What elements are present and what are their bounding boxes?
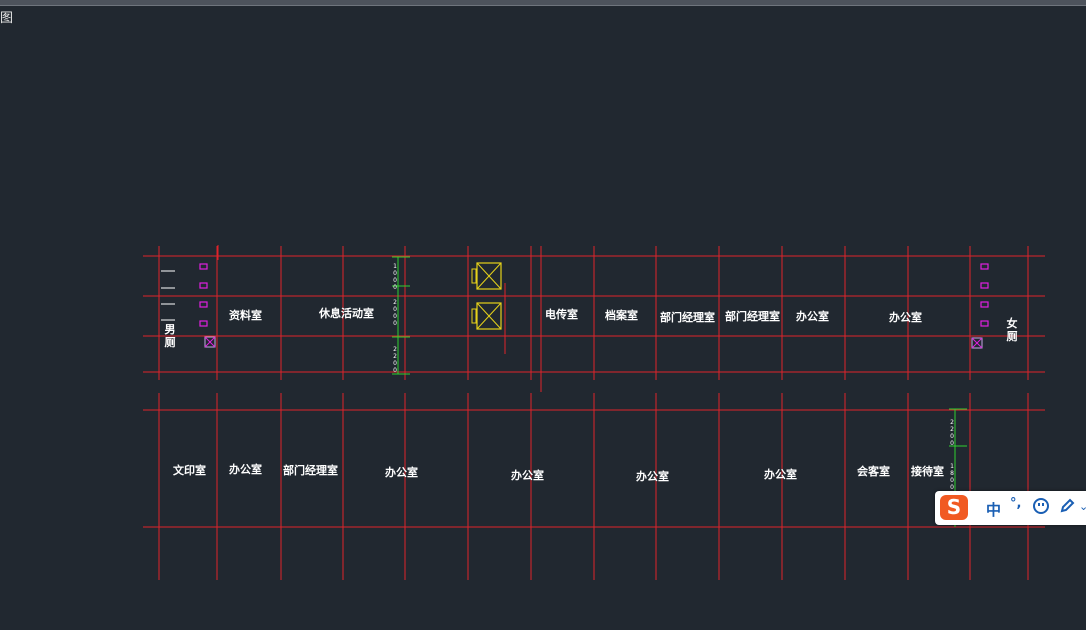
ime-punctuation-toggle[interactable]: °, [1010,496,1021,511]
room-label-office-lower-3[interactable]: 办公室 [511,469,544,483]
toilet-fixture [199,301,208,308]
room-label-lounge[interactable]: 休息活动室 [319,307,374,321]
dimension-text-right-1: 2200 [950,419,954,447]
room-label-office-lower-4[interactable]: 办公室 [636,470,669,484]
room-label-office-lower-2[interactable]: 办公室 [385,466,418,480]
emoji-icon[interactable] [1033,498,1049,514]
room-label-manager-2[interactable]: 部门经理室 [725,310,780,324]
dimension-lines [392,256,967,527]
elevator-counterweight [471,268,477,284]
room-label-telex[interactable]: 电传室 [545,308,578,322]
ime-toolbar[interactable]: S 中 °, ⌄ [935,491,1086,525]
room-label-archive-material[interactable]: 资料室 [229,309,262,323]
room-label-records[interactable]: 档案室 [605,309,638,323]
room-label-office-upper-1[interactable]: 办公室 [796,310,829,324]
room-label-manager-3[interactable]: 部门经理室 [283,464,338,478]
room-label-womens-toilet[interactable]: 女厕 [1006,317,1018,343]
pen-icon[interactable] [1059,498,1075,514]
dimension-text-right-2: 1800 [950,463,954,491]
room-label-reception[interactable]: 接待室 [911,465,944,479]
room-label-mens-toilet[interactable]: 男厕 [164,323,176,349]
toilet-fixture [980,320,989,327]
dimension-text-left-3: 2200 [393,346,397,374]
room-label-meeting[interactable]: 会客室 [857,465,890,479]
room-label-print[interactable]: 文印室 [173,464,206,478]
dimension-text-left-2: 2000 [393,299,397,327]
toilet-fixture [980,263,989,270]
axis-grid-lines [143,246,1045,580]
dimension-text-left-1: 1000 [393,263,397,291]
ime-language-toggle[interactable]: 中 [986,499,1001,520]
toilet-fixture [980,301,989,308]
toilet-fixture [199,282,208,289]
room-label-office-upper-2[interactable]: 办公室 [889,311,922,325]
floor-plan-drawing[interactable] [0,0,1086,630]
more-chevron-icon[interactable]: ⌄ [1079,500,1086,513]
room-label-office-lower-5[interactable]: 办公室 [764,468,797,482]
elevator-counterweight [471,308,477,324]
toilet-fixture [980,282,989,289]
room-label-office-lower-1[interactable]: 办公室 [229,463,262,477]
sogou-logo-icon[interactable]: S [940,495,968,520]
room-label-manager-1[interactable]: 部门经理室 [660,311,715,325]
toilet-fixture [199,320,208,327]
toilet-fixture [199,263,208,270]
